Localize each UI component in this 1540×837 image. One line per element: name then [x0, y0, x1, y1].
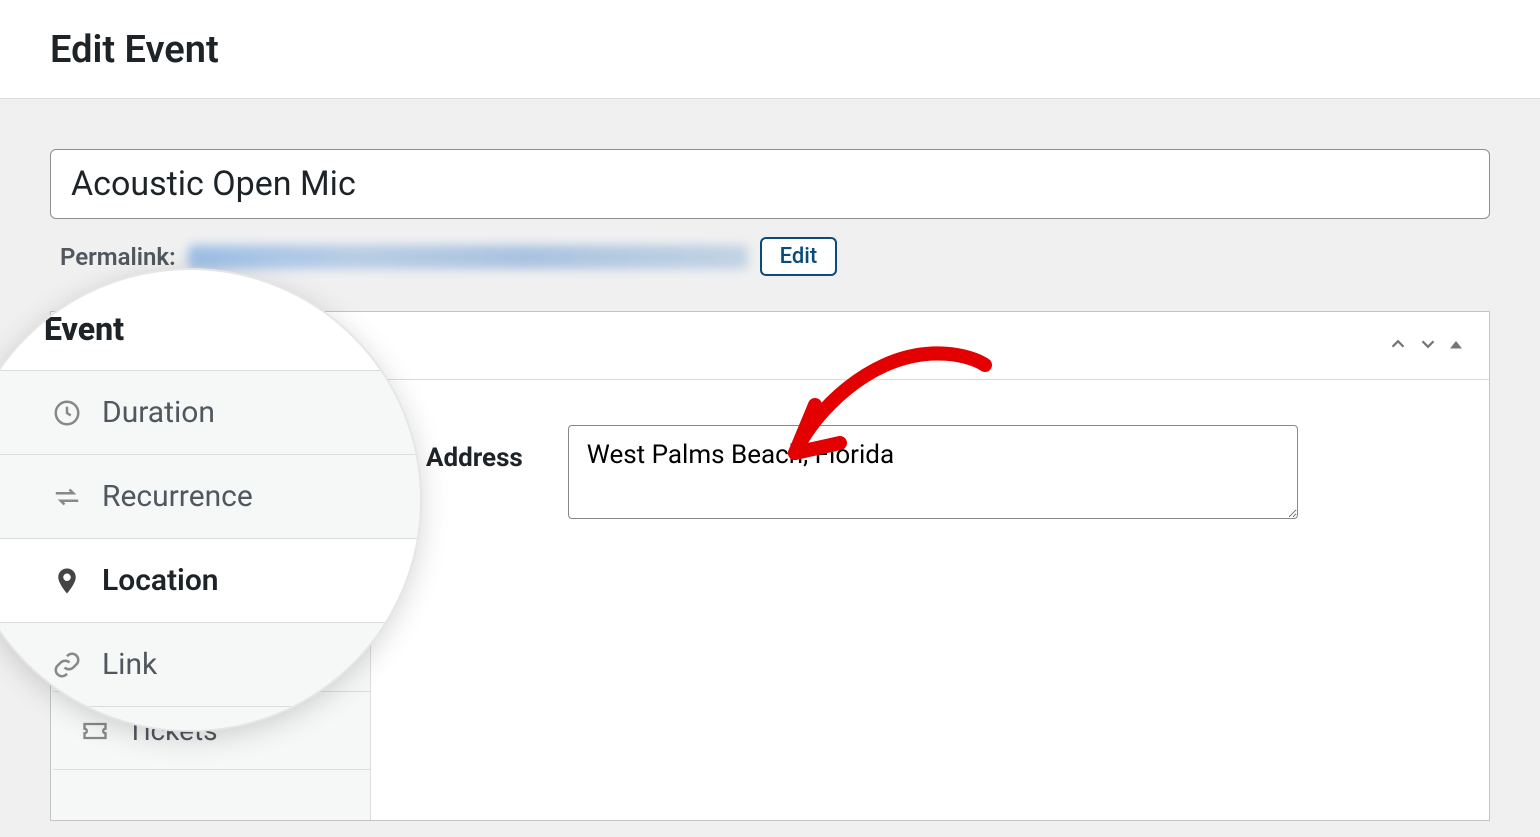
collapse-icon[interactable]: [1443, 331, 1469, 361]
tab-label: Duration: [127, 402, 232, 435]
move-down-icon[interactable]: [1413, 329, 1443, 363]
permalink-label: Permalink:: [60, 243, 176, 271]
page-title: Edit Event: [50, 28, 1490, 72]
tab-recurrence[interactable]: Recurrence: [51, 458, 370, 536]
side-tabs: Duration Recurrence Location: [51, 380, 371, 820]
tab-location[interactable]: Location: [51, 536, 370, 614]
pin-icon: [79, 559, 111, 591]
tab-tickets[interactable]: Tickets: [51, 692, 370, 770]
tab-duration[interactable]: Duration: [51, 380, 370, 458]
ticket-icon: [79, 715, 111, 747]
event-metabox: Event Duration: [50, 311, 1490, 821]
content-area: Permalink: Edit Event Duration: [0, 99, 1540, 821]
metabox-body: Duration Recurrence Location: [51, 380, 1489, 820]
tab-label: Recurrence: [127, 480, 268, 513]
edit-permalink-button[interactable]: Edit: [760, 237, 838, 276]
link-icon: [79, 637, 111, 669]
tab-label: Location: [127, 558, 236, 591]
repeat-icon: [79, 481, 111, 513]
tab-label: Link: [127, 636, 179, 669]
metabox-title: Event: [71, 328, 1383, 363]
address-input[interactable]: [568, 425, 1298, 519]
event-title-input[interactable]: [50, 149, 1490, 219]
metabox-header: Event: [51, 312, 1489, 380]
clock-icon: [79, 403, 111, 435]
address-label: Address: [426, 425, 523, 775]
permalink-url-blurred: [188, 245, 748, 269]
location-pane: Address: [371, 380, 1489, 820]
move-up-icon[interactable]: [1383, 329, 1413, 363]
permalink-row: Permalink: Edit: [50, 237, 1490, 276]
tab-label: Tickets: [127, 714, 218, 747]
tab-link[interactable]: Link: [51, 614, 370, 692]
page-header: Edit Event: [0, 0, 1540, 99]
